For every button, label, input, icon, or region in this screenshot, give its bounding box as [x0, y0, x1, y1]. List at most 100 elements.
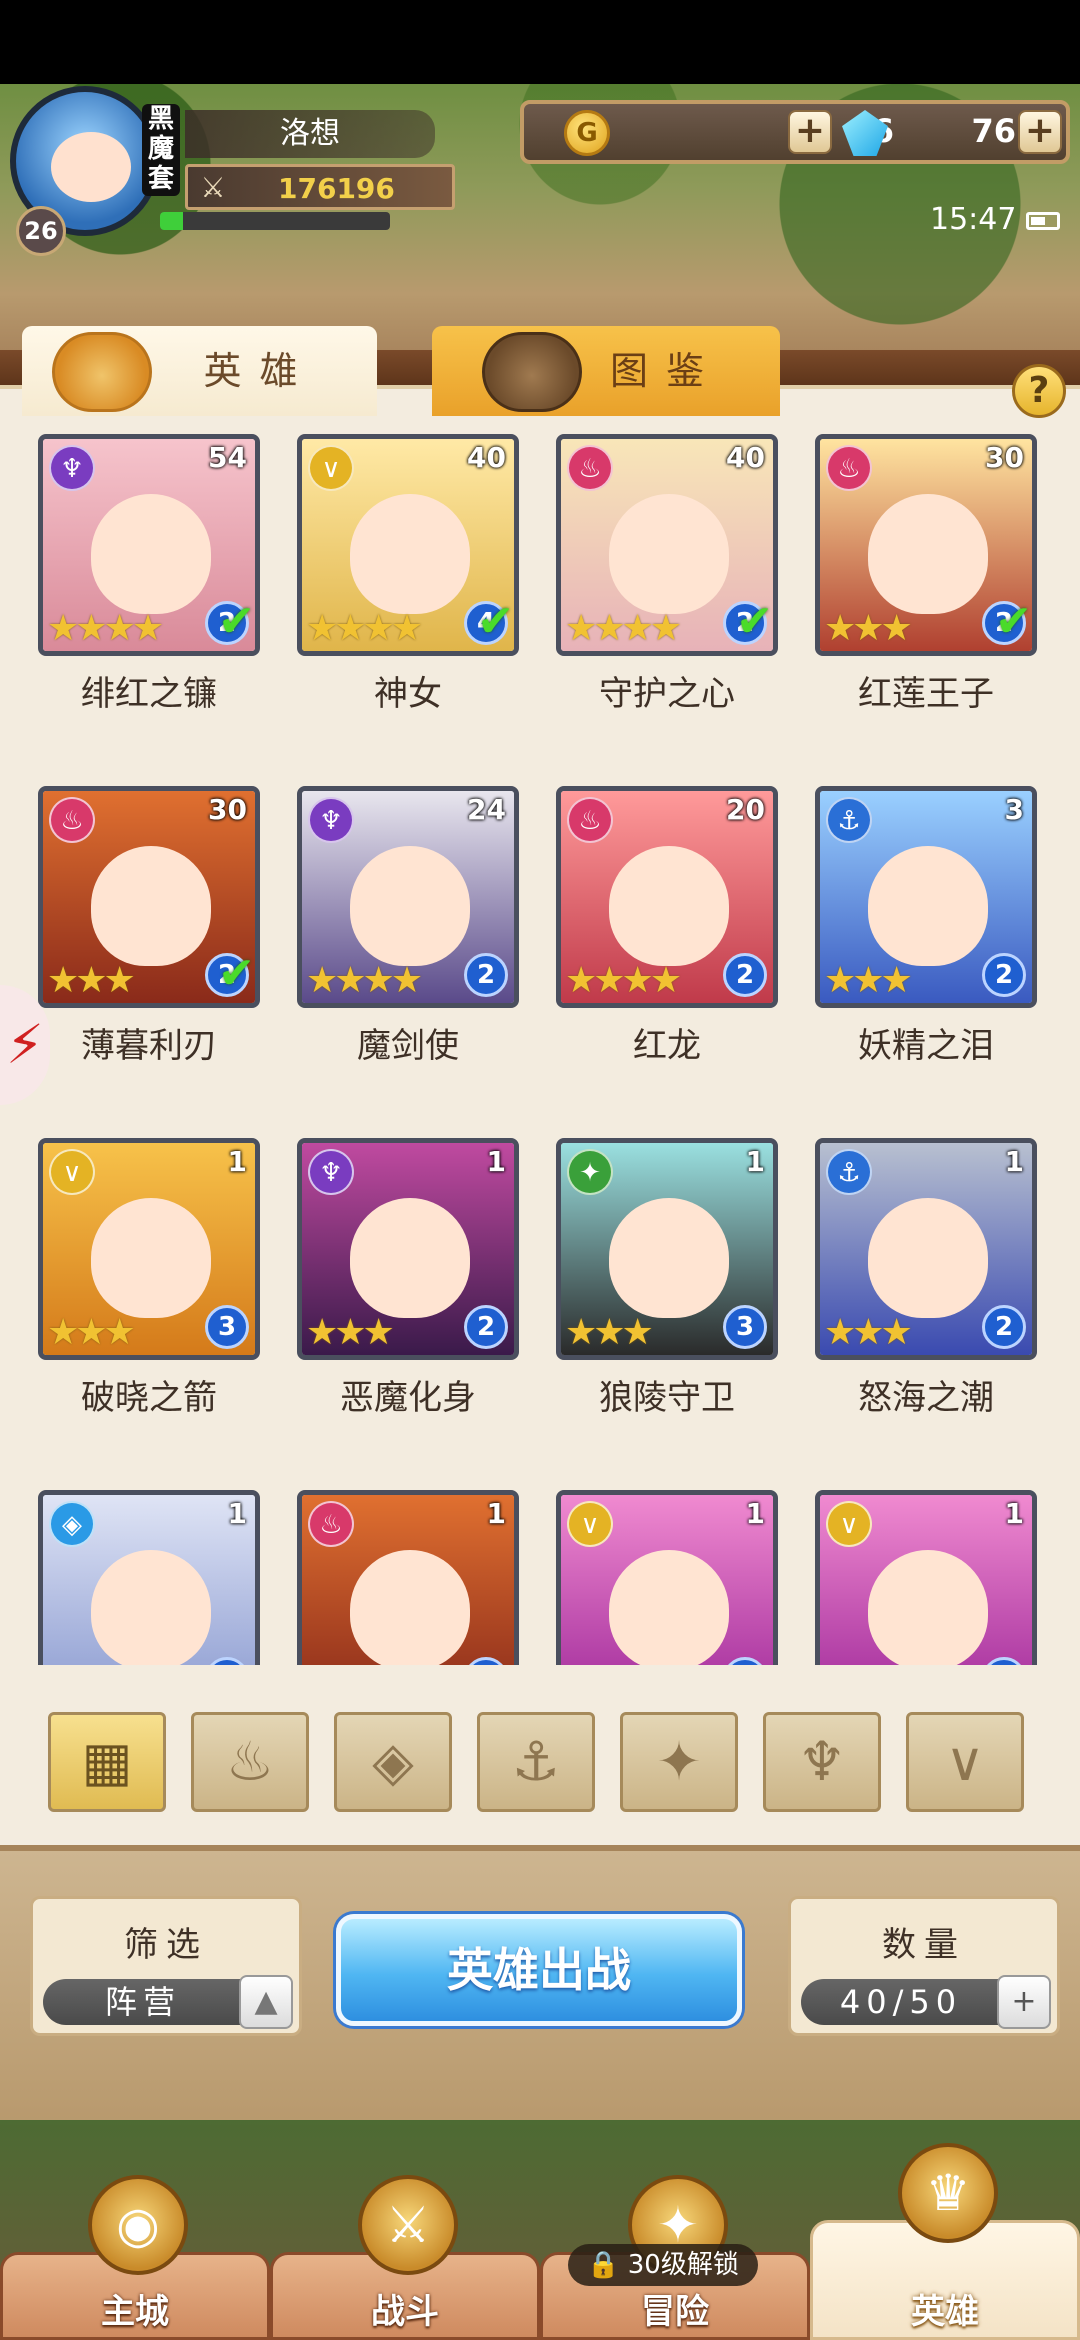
hero-card[interactable]: ♆ 24 ★★★★ 2 魔剑使: [279, 782, 537, 1122]
hero-rank-badge: 2: [723, 953, 767, 997]
dark-faction-icon[interactable]: ♆: [763, 1712, 881, 1812]
hero-level: 1: [745, 1497, 765, 1530]
dark-faction-icon: ♆: [308, 797, 354, 843]
hero-portrait: ⚓ 1 ★★★ 2: [815, 1138, 1037, 1360]
hero-face: [91, 846, 211, 966]
hero-level: 1: [1004, 1497, 1024, 1530]
adventure-lock-tag: 🔒 30级解锁: [568, 2244, 758, 2286]
hero-name: 破晓之箭: [81, 1378, 217, 1418]
hero-card[interactable]: ♨1★★★2: [279, 1486, 537, 1665]
hero-face: [350, 846, 470, 966]
vip-badge: 黑魔套: [142, 104, 180, 196]
hero-card[interactable]: ♨ 20 ★★★★ 2 红龙: [538, 782, 796, 1122]
hero-name: 妖精之泪: [858, 1026, 994, 1066]
hero-portrait: ♆ 24 ★★★★ 2: [297, 786, 519, 1008]
checkmark-icon: ✔: [995, 596, 1032, 647]
hero-level: 1: [486, 1497, 506, 1530]
hero-card[interactable]: ∨1★★★2: [538, 1486, 796, 1665]
star-rating-icon: ★★★: [306, 1312, 395, 1353]
hero-card[interactable]: ◈1★★★2: [20, 1486, 278, 1665]
star-rating-icon: ★★★: [47, 960, 136, 1001]
hero-level: 54: [208, 441, 247, 474]
wind-faction-icon[interactable]: ◈: [334, 1712, 452, 1812]
lock-text: 30级解锁: [627, 2250, 739, 2280]
dark-faction-icon: ♆: [49, 445, 95, 491]
hero-card[interactable]: ✦ 1 ★★★ 3 狼陵守卫: [538, 1134, 796, 1474]
hero-face: [609, 1550, 729, 1665]
hero-level: 40: [726, 441, 765, 474]
star-rating-icon: ★★★★: [47, 608, 164, 649]
hero-card[interactable]: ♨ 30 ★★★ 2 ✔ 薄暮利刃: [20, 782, 278, 1122]
tab-heroes[interactable]: 英雄: [22, 326, 377, 416]
currency-bar: G 6 + 76 +: [520, 100, 1070, 164]
wind-faction-icon: ◈: [49, 1501, 95, 1547]
hero-card[interactable]: ⚓ 1 ★★★ 2 怒海之潮: [797, 1134, 1055, 1474]
hero-name: 神女: [374, 674, 442, 714]
water-faction-icon[interactable]: ⚓: [477, 1712, 595, 1812]
star-rating-icon: ★★★: [47, 1312, 136, 1353]
status-bar: [0, 0, 1080, 84]
add-gems-button[interactable]: +: [1018, 110, 1062, 154]
fire-faction-icon: ♨: [49, 797, 95, 843]
hero-card[interactable]: ∨1★★★2: [797, 1486, 1055, 1665]
crossed-swords-nav-icon: ⚔: [358, 2175, 458, 2275]
nav-heroes[interactable]: ♛ 英雄: [810, 2143, 1080, 2340]
player-level-badge: 26: [16, 206, 66, 256]
hero-name: 绯红之镰: [81, 674, 217, 714]
hero-level: 3: [1004, 793, 1024, 826]
add-gold-button[interactable]: +: [788, 110, 832, 154]
hero-rank-badge: 3: [205, 1305, 249, 1349]
hero-portrait: ♆ 1 ★★★ 2: [297, 1138, 519, 1360]
hero-card[interactable]: ∨ 1 ★★★ 3 破晓之箭: [20, 1134, 278, 1474]
exp-bar-fill: [160, 212, 183, 230]
nav-main-city[interactable]: ◉ 主城: [0, 2175, 270, 2340]
star-rating-icon: ★★★: [565, 1312, 654, 1353]
hero-name: 魔剑使: [357, 1026, 459, 1066]
hero-level: 1: [227, 1145, 247, 1178]
hero-level: 1: [486, 1145, 506, 1178]
hero-name: 红龙: [633, 1026, 701, 1066]
fire-faction-icon[interactable]: ♨: [191, 1712, 309, 1812]
star-rating-icon: ★★★: [306, 1664, 395, 1665]
hero-level: 20: [726, 793, 765, 826]
hero-card[interactable]: ♨ 30 ★★★ 2 ✔ 红莲王子: [797, 430, 1055, 770]
nav-battle[interactable]: ⚔ 战斗: [270, 2175, 540, 2340]
hero-level: 30: [208, 793, 247, 826]
checkmark-icon: ✔: [477, 596, 514, 647]
tab-codex[interactable]: 图鉴: [432, 326, 780, 416]
nav-adventure-label: 冒险: [641, 2292, 709, 2332]
gold-coin-icon: G: [564, 110, 610, 156]
hero-card[interactable]: ⚓ 3 ★★★ 2 妖精之泪: [797, 782, 1055, 1122]
hero-portrait: ♨ 40 ★★★★ 2 ✔: [556, 434, 778, 656]
star-rating-icon: ★★★★: [565, 608, 682, 649]
player-name: 洛想: [185, 110, 435, 158]
chevron-up-icon[interactable]: ▲: [239, 1975, 293, 2029]
hero-face: [609, 846, 729, 966]
beast-faction-icon[interactable]: ✦: [620, 1712, 738, 1812]
hero-card[interactable]: ♨ 40 ★★★★ 2 ✔ 守护之心: [538, 430, 796, 770]
hero-face: [350, 1198, 470, 1318]
faction-filter-bar: ▦ ♨ ◈ ⚓ ✦ ♆ ∨: [48, 1712, 1038, 1820]
light-faction-icon[interactable]: ∨: [906, 1712, 1024, 1812]
hero-card[interactable]: ∨ 40 ★★★★ 4 ✔ 神女: [279, 430, 537, 770]
filter-select[interactable]: 阵营 ▲: [43, 1975, 293, 2029]
hero-portrait: ♨ 30 ★★★ 2 ✔: [815, 434, 1037, 656]
deploy-heroes-button[interactable]: 英雄出战: [336, 1914, 742, 2026]
hero-rank-badge: 2: [464, 1305, 508, 1349]
hero-card[interactable]: ♆ 1 ★★★ 2 恶魔化身: [279, 1134, 537, 1474]
expand-capacity-button[interactable]: +: [997, 1975, 1051, 2029]
water-faction-icon: ⚓: [826, 797, 872, 843]
star-rating-icon: ★★★★: [565, 960, 682, 1001]
help-button[interactable]: ?: [1012, 364, 1066, 418]
hero-face: [609, 1198, 729, 1318]
hero-card[interactable]: ♆ 54 ★★★★ 2 ✔ 绯红之镰: [20, 430, 278, 770]
hero-portrait: ∨ 40 ★★★★ 4 ✔: [297, 434, 519, 656]
crossed-swords-icon: ⚔: [200, 171, 226, 204]
all-grid-icon[interactable]: ▦: [48, 1712, 166, 1812]
star-rating-icon: ★★★: [47, 1664, 136, 1665]
beast-faction-icon: ✦: [567, 1149, 613, 1195]
hero-face: [868, 1550, 988, 1665]
hero-rank-badge: 2: [982, 953, 1026, 997]
hero-portrait: ♨1★★★2: [297, 1490, 519, 1665]
hero-level: 1: [745, 1145, 765, 1178]
